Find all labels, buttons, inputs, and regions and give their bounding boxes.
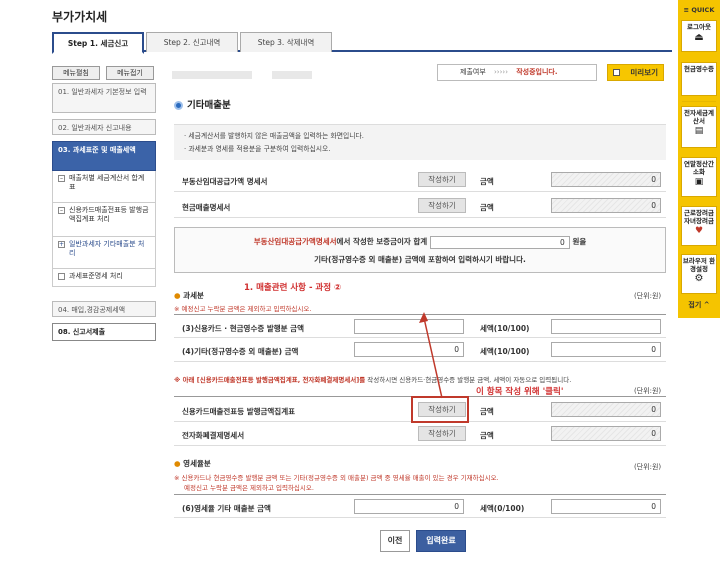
e-tax-invoice-link[interactable]: 전자세금계산서 ▤ [681, 106, 717, 148]
menu-expand-button[interactable]: 메뉴펼침 [52, 66, 100, 80]
sidebar-item-basic-info[interactable]: 01. 일반과세자 기본정보 입력 [52, 83, 156, 113]
tab-step1[interactable]: Step 1. 세금신고 [52, 32, 144, 54]
orange-bullet-icon: ● [174, 459, 181, 468]
yearend-icon: ▣ [694, 177, 704, 187]
collapse-icon: – [58, 207, 65, 214]
write-e-money-button[interactable]: 작성하기 [418, 426, 466, 441]
zero-rate-tax-input[interactable]: 0 [551, 499, 661, 514]
step-tabs: Step 1. 세금신고 Step 2. 신고내역 Step 3. 삭제내역 [52, 32, 672, 54]
blurred-id [272, 71, 312, 79]
gear-icon: ⚙ [694, 273, 704, 284]
card-cash-tax-input[interactable] [551, 319, 661, 334]
tab-step3[interactable]: Step 3. 삭제내역 [240, 32, 332, 52]
sidebar-subitem-other-sales[interactable]: + 일반과세자 기타매출분 처리 [52, 237, 156, 269]
sidebar-item-tax-base[interactable]: 03. 과세표준 및 매출세액 [52, 141, 156, 171]
blurred-name [172, 71, 252, 79]
page-title: 부가가치세 [52, 10, 108, 24]
table-row: 전자화폐결제명세서 작성하기 금액 0 [174, 422, 666, 446]
tab-step2[interactable]: Step 2. 신고내역 [146, 32, 238, 52]
cash-sales-amount-field: 0 [551, 198, 661, 213]
deposit-interest-field: 0 [429, 235, 570, 249]
preview-icon [613, 69, 620, 76]
incentive-link[interactable]: 근로장려금자녀장려금 ♥ [681, 206, 717, 246]
table-row: 현금매출명세서 작성하기 금액 0 [174, 194, 666, 218]
year-end-link[interactable]: 연말정산간소화 ▣ [681, 157, 717, 197]
write-rental-button[interactable]: 작성하기 [418, 172, 466, 187]
annotation-arrow-icon [419, 312, 443, 399]
sidebar-subitem-invoice[interactable]: – 매출처별 세금계산서 합계표 [52, 171, 156, 203]
orange-bullet-icon: ● [174, 291, 181, 300]
sidebar-item-submit[interactable]: 08. 신고서제출 [52, 323, 156, 341]
zero-rate-amount-input[interactable]: 0 [354, 499, 464, 514]
sidebar-subitem-card[interactable]: – 신용카드매출전표등 발행금액집계표 처리 [52, 203, 156, 237]
step-annotation: 1. 매출관련 사항 - 과정 ② [244, 283, 342, 293]
section-bullet-icon [174, 101, 183, 110]
logout-button[interactable]: 로그아웃 ⏏ [681, 20, 717, 52]
deposit-notice: 부동산임대공급가액명세서에서 작성한 보증금이자 합계 0 원을 기타(정규영수… [174, 227, 666, 273]
input-complete-button[interactable]: 입력완료 [416, 530, 466, 552]
sidebar-item-purchase[interactable]: 04. 매입,경감공제세액 [52, 301, 156, 317]
table-row: (6)영세율 기타 매출분 금액 0 세액(0/100) 0 [174, 494, 666, 518]
quick-collapse-button[interactable]: 접기 ^ [678, 300, 720, 310]
heart-icon: ♥ [694, 226, 704, 236]
expand-icon: + [58, 241, 65, 248]
other-sales-tax-input[interactable]: 0 [551, 342, 661, 357]
write-cash-sales-button[interactable]: 작성하기 [418, 198, 466, 213]
submission-status: 제출여부 ››››› 작성중입니다. [437, 64, 597, 81]
logout-icon: ⏏ [694, 32, 704, 43]
sidebar-subitem-tax-base-detail[interactable]: 과세표준명세 처리 [52, 269, 156, 287]
quick-menu: ≡ QUICK 로그아웃 ⏏ 현금영수증 전자세금계산서 ▤ 연말정산간소화 ▣… [678, 0, 720, 318]
cash-receipt-link[interactable]: 현금영수증 [681, 62, 717, 96]
section-title: 기타매출분 [174, 97, 231, 111]
browser-settings-link[interactable]: 브라우저 환경설정 ⚙ [681, 254, 717, 294]
rental-amount-field: 0 [551, 172, 661, 187]
e-money-amount-field: 0 [551, 426, 661, 441]
menu-collapse-button[interactable]: 메뉴접기 [106, 66, 154, 80]
card-summary-amount-field: 0 [551, 402, 661, 417]
invoice-icon: ▤ [694, 126, 704, 136]
taxable-header: ● 과세분 [174, 291, 204, 300]
collapse-icon: – [58, 175, 65, 182]
table-row: 부동산임대공급가액 명세서 작성하기 금액 0 [174, 168, 666, 192]
info-box: · 세금계산서를 발행하지 않은 매출금액을 입력하는 화면입니다. · 과세분… [174, 124, 666, 160]
sidebar-item-report[interactable]: 02. 일반과세자 신고내용 [52, 119, 156, 135]
preview-button[interactable]: 미리보기 [607, 64, 664, 81]
zero-rate-header: ● 영세율분 [174, 459, 211, 468]
item-icon [58, 273, 65, 280]
prev-button[interactable]: 이전 [380, 530, 410, 552]
